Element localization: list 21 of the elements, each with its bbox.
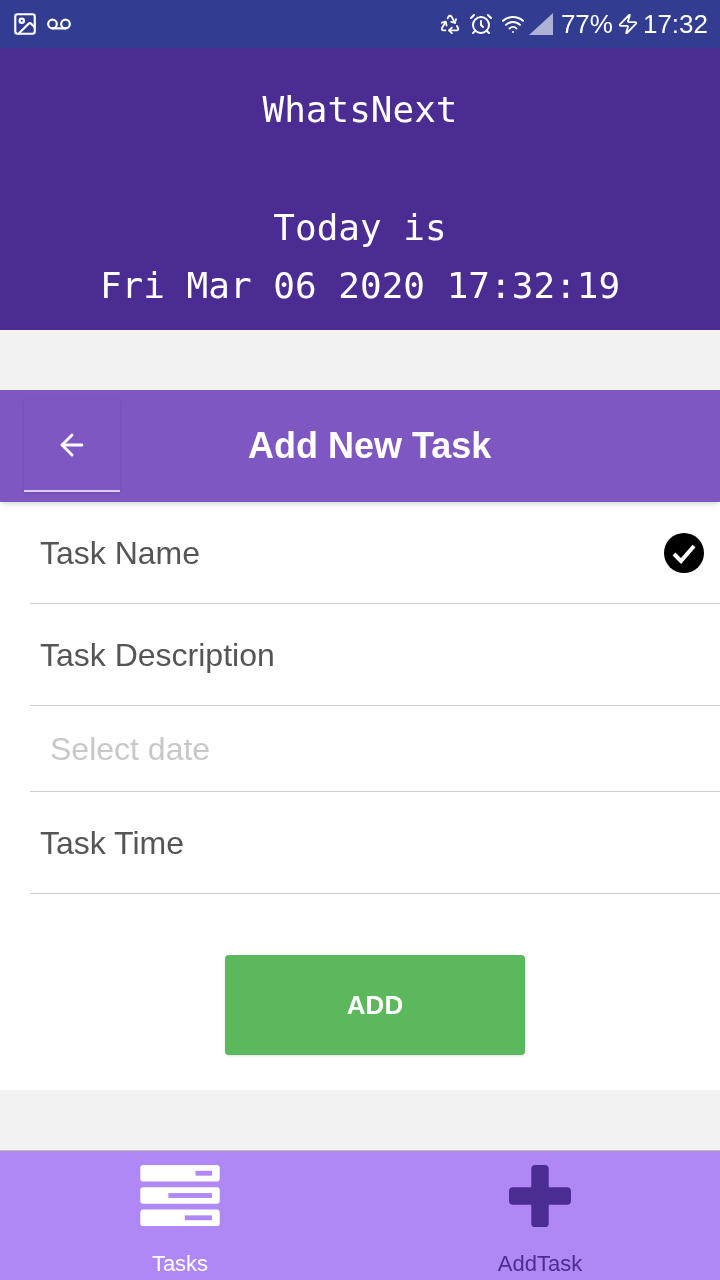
image-icon [12,11,38,37]
input-field[interactable]: Task Name [30,502,720,604]
input-field[interactable]: Task Description [30,604,720,706]
signal-icon [528,13,553,35]
text-input[interactable]: Task Time [40,818,704,867]
today-label: Today is [273,206,447,250]
battery-percent: 77% [560,7,613,41]
current-datetime: Fri Mar 06 2020 17:32:19 [99,264,621,308]
text-input[interactable]: Task Description [40,630,704,679]
toolbar-title: Add New Task [248,424,492,468]
list-icon [139,1165,221,1227]
alarm-icon [468,12,493,36]
add-button[interactable]: ADD [225,955,525,1055]
text-input[interactable]: Task Name [40,528,664,577]
app-title: WhatsNext [262,88,458,132]
check-icon [664,532,704,573]
clock: 17:32 [642,7,708,41]
nav-tab[interactable]: Tasks [0,1151,360,1280]
nav-tab[interactable]: AddTask [360,1151,720,1280]
input-field[interactable]: Task Time [30,792,720,894]
plus-icon [508,1165,572,1227]
